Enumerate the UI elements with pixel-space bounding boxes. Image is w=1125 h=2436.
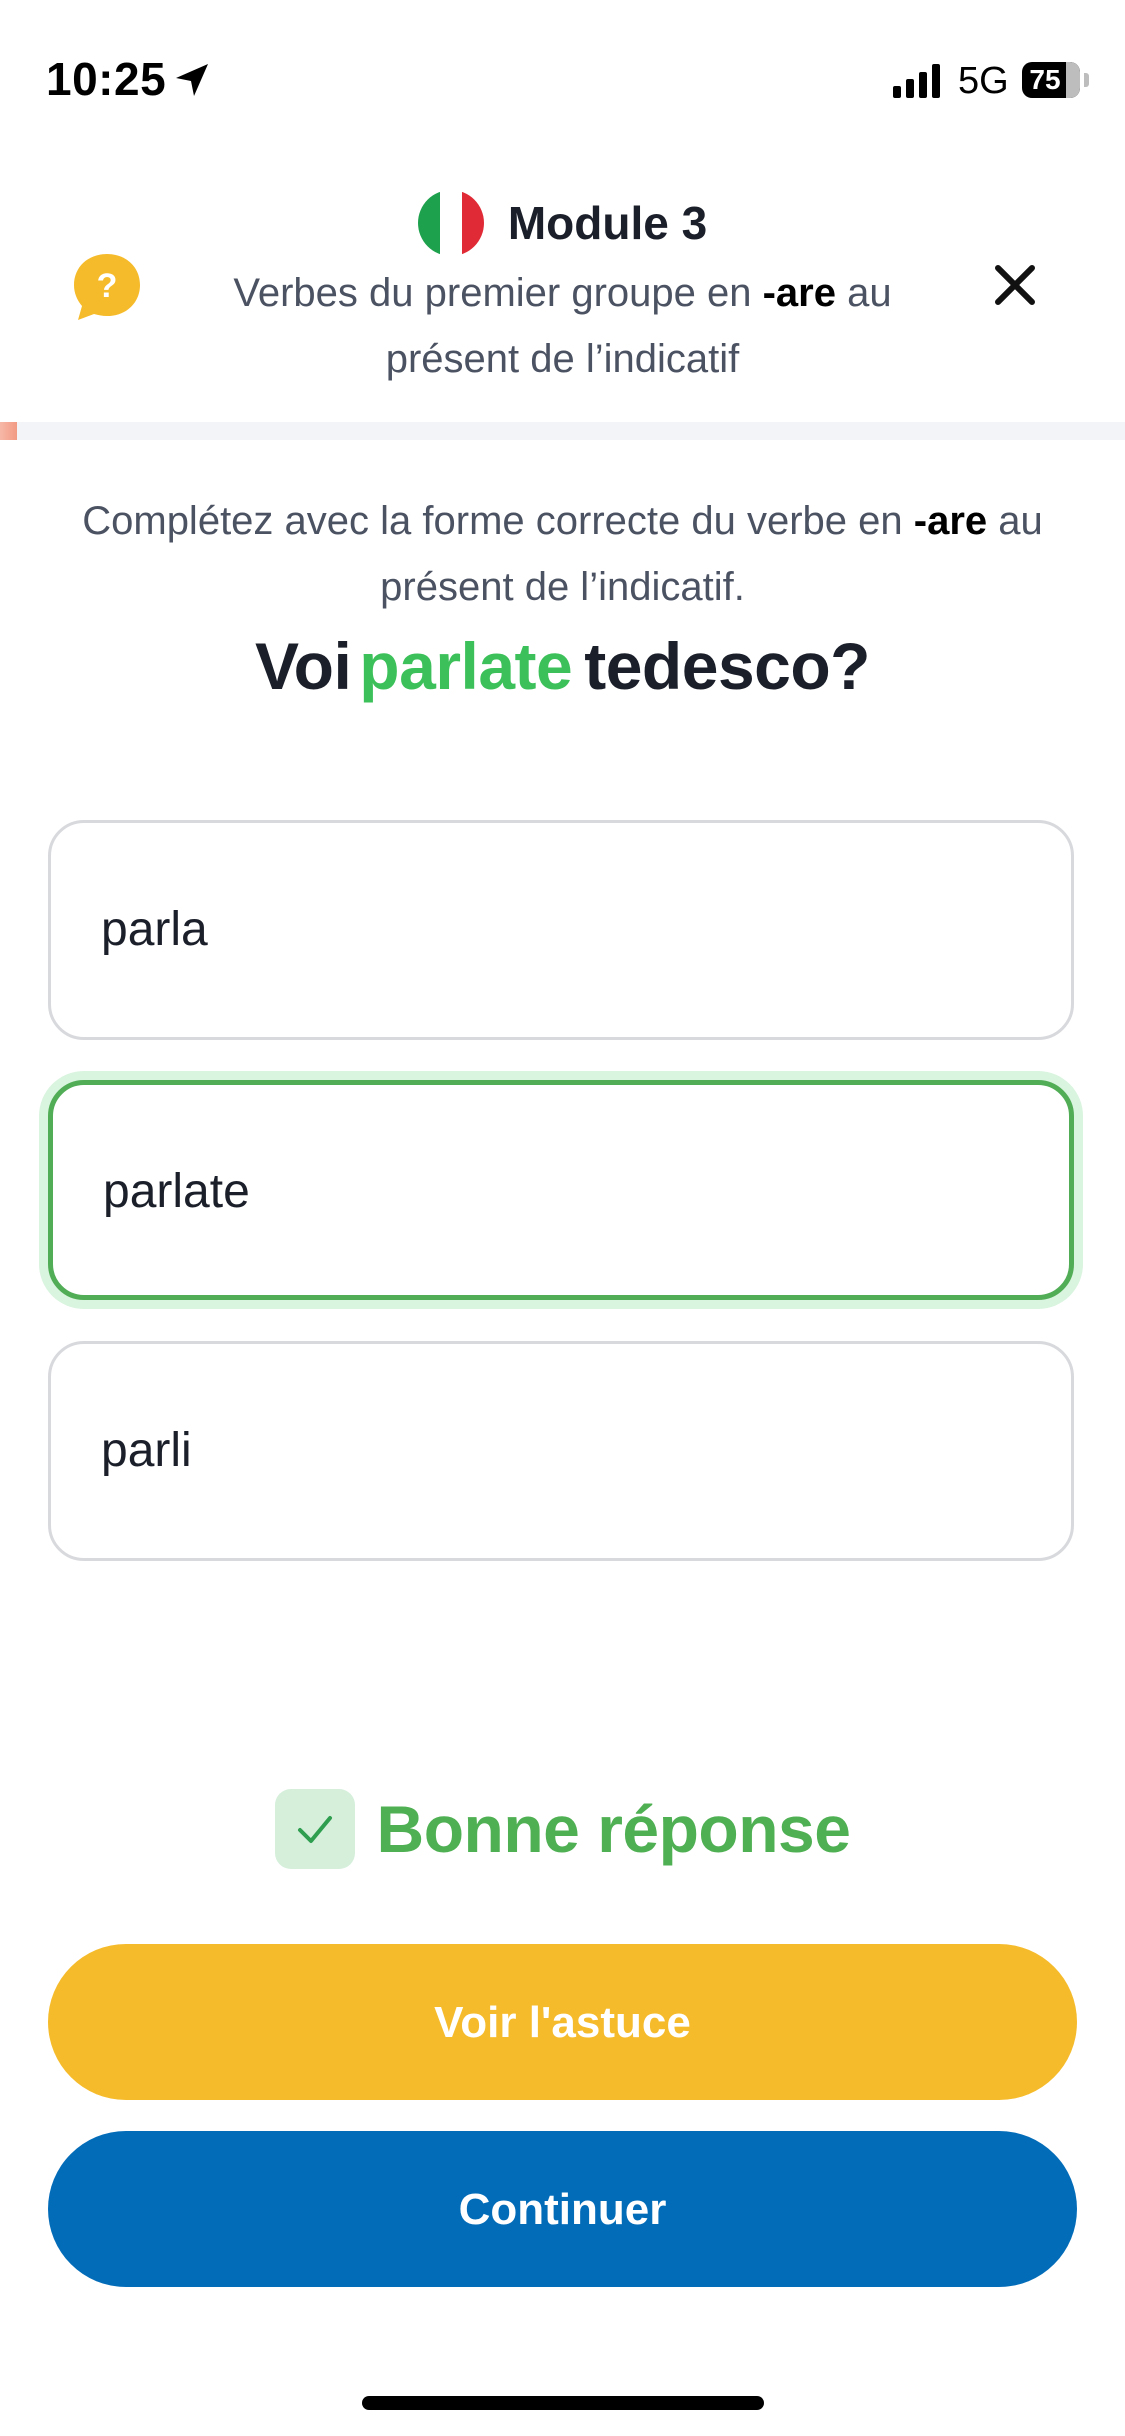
result-label: Bonne réponse [376,1792,851,1866]
svg-text:?: ? [97,267,118,305]
module-header: Module 3 [0,188,1125,258]
lesson-subtitle: Verbes du premier groupe en -are au prés… [200,260,925,392]
progress-fill [0,422,17,440]
exercise-instruction: Complétez avec la forme correcte du verb… [40,488,1085,620]
option-label: parlate [103,1165,250,1218]
checkmark-icon [297,1816,332,1843]
option-label: parli [101,1424,192,1477]
close-icon[interactable] [990,260,1040,310]
question-after: tedesco? [584,629,870,703]
battery-icon: 75 [1022,62,1080,98]
continue-button[interactable]: Continuer [48,2131,1077,2287]
instruction-emphasis: -are [913,499,988,543]
home-indicator[interactable] [362,2396,764,2410]
hint-button[interactable]: Voir l'astuce [48,1944,1077,2100]
answer-option-correct[interactable]: parlate [48,1080,1074,1300]
check-icon [274,1789,355,1869]
instruction-text: Complétez avec la forme correcte du verb… [82,499,914,543]
subtitle-emphasis: -are [762,271,836,315]
question-answer: parlate [359,629,573,703]
cellular-signal-icon [893,64,940,98]
battery-level: 75 [1029,64,1061,95]
location-arrow-icon [176,64,208,96]
question-sentence: Voi parlate tedesco? [0,628,1125,704]
battery-cap [1084,73,1089,87]
subtitle-text: Verbes du premier groupe en [233,271,763,315]
italian-flag-icon [417,190,484,256]
help-bubble-icon[interactable]: ? [72,252,142,322]
answer-option[interactable]: parli [48,1341,1074,1561]
status-time: 10:25 [46,53,167,105]
module-title: Module 3 [507,197,708,249]
option-label: parla [101,903,208,956]
status-bar: 10:25 5G 75 [0,0,1125,160]
network-type: 5G [958,60,1009,102]
result-feedback: Bonne réponse [0,1784,1125,1874]
progress-bar [0,422,1125,440]
question-before: Voi [255,629,352,703]
answer-option[interactable]: parla [48,820,1074,1040]
